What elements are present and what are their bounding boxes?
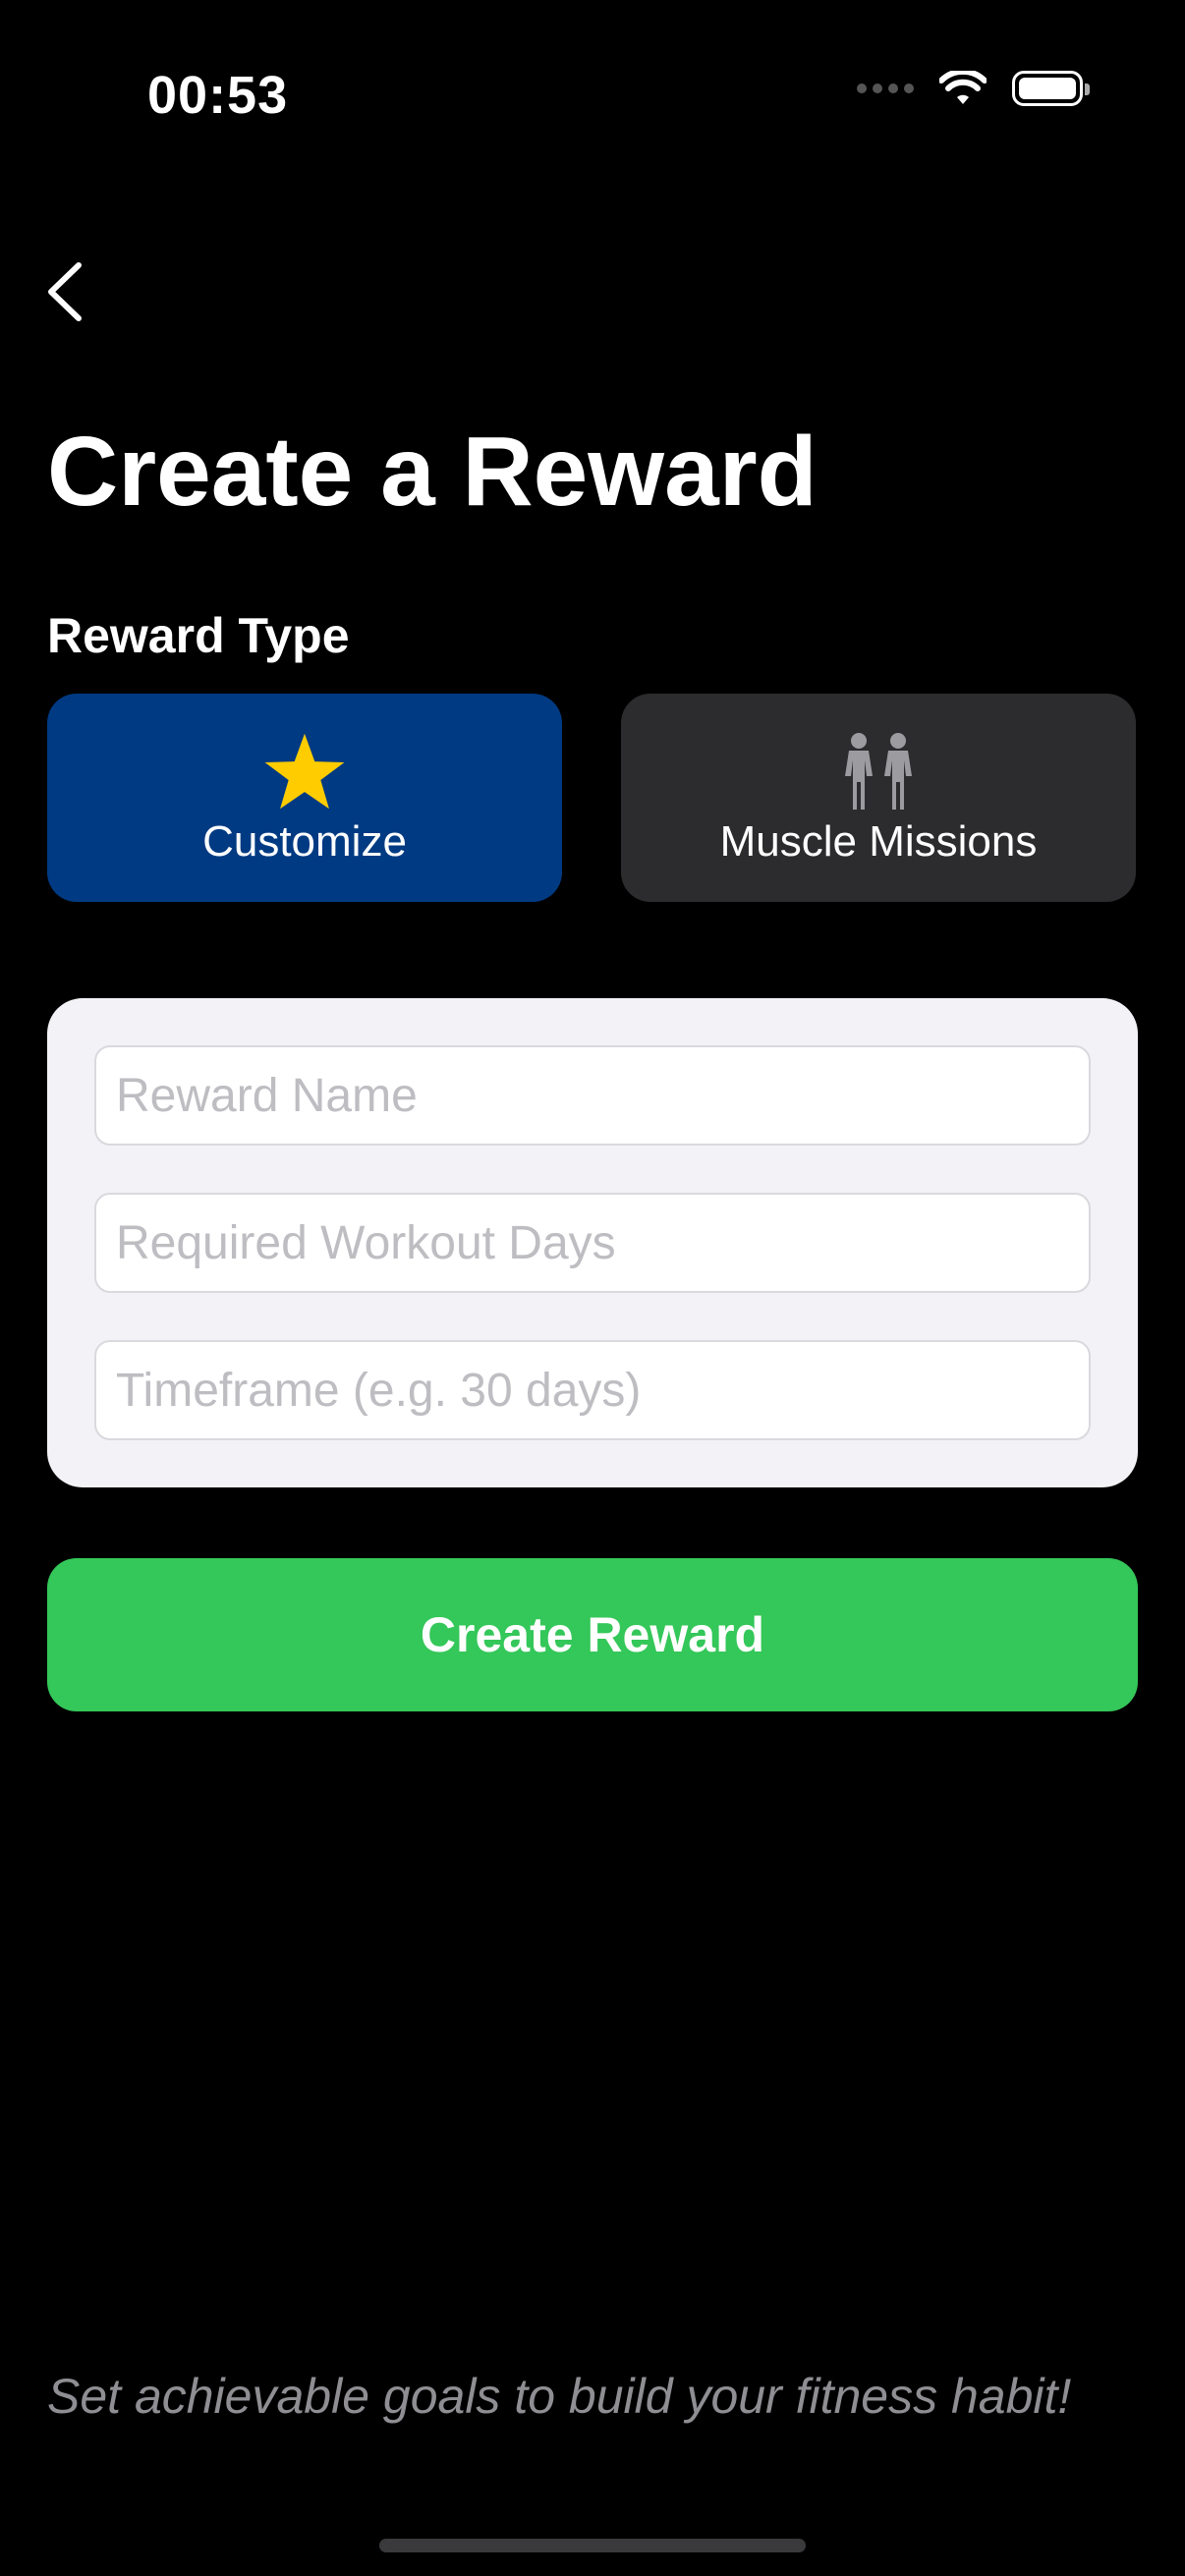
status-bar: 00:53: [0, 0, 1185, 196]
status-time: 00:53: [147, 66, 289, 125]
reward-form-card: [47, 998, 1138, 1487]
signal-icon: [857, 84, 914, 93]
people-icon: [845, 733, 912, 810]
customize-label: Customize: [202, 817, 407, 866]
back-chevron-icon[interactable]: [39, 257, 98, 326]
star-icon: [264, 733, 345, 810]
muscle-missions-label: Muscle Missions: [719, 817, 1038, 866]
status-icons: [857, 71, 1090, 106]
footer-tip: Set achievable goals to build your fitne…: [47, 2369, 1072, 2424]
reward-type-customize-button[interactable]: Customize: [47, 694, 562, 902]
create-reward-button[interactable]: Create Reward: [47, 1558, 1138, 1711]
wifi-icon: [939, 71, 987, 104]
reward-name-input[interactable]: [94, 1045, 1091, 1146]
reward-type-label: Reward Type: [47, 608, 350, 663]
timeframe-input[interactable]: [94, 1340, 1091, 1440]
page-title: Create a Reward: [47, 417, 818, 527]
home-indicator: [379, 2539, 806, 2552]
reward-type-muscle-missions-button[interactable]: Muscle Missions: [621, 694, 1136, 902]
battery-icon: [1012, 71, 1090, 106]
required-workout-days-input[interactable]: [94, 1193, 1091, 1293]
